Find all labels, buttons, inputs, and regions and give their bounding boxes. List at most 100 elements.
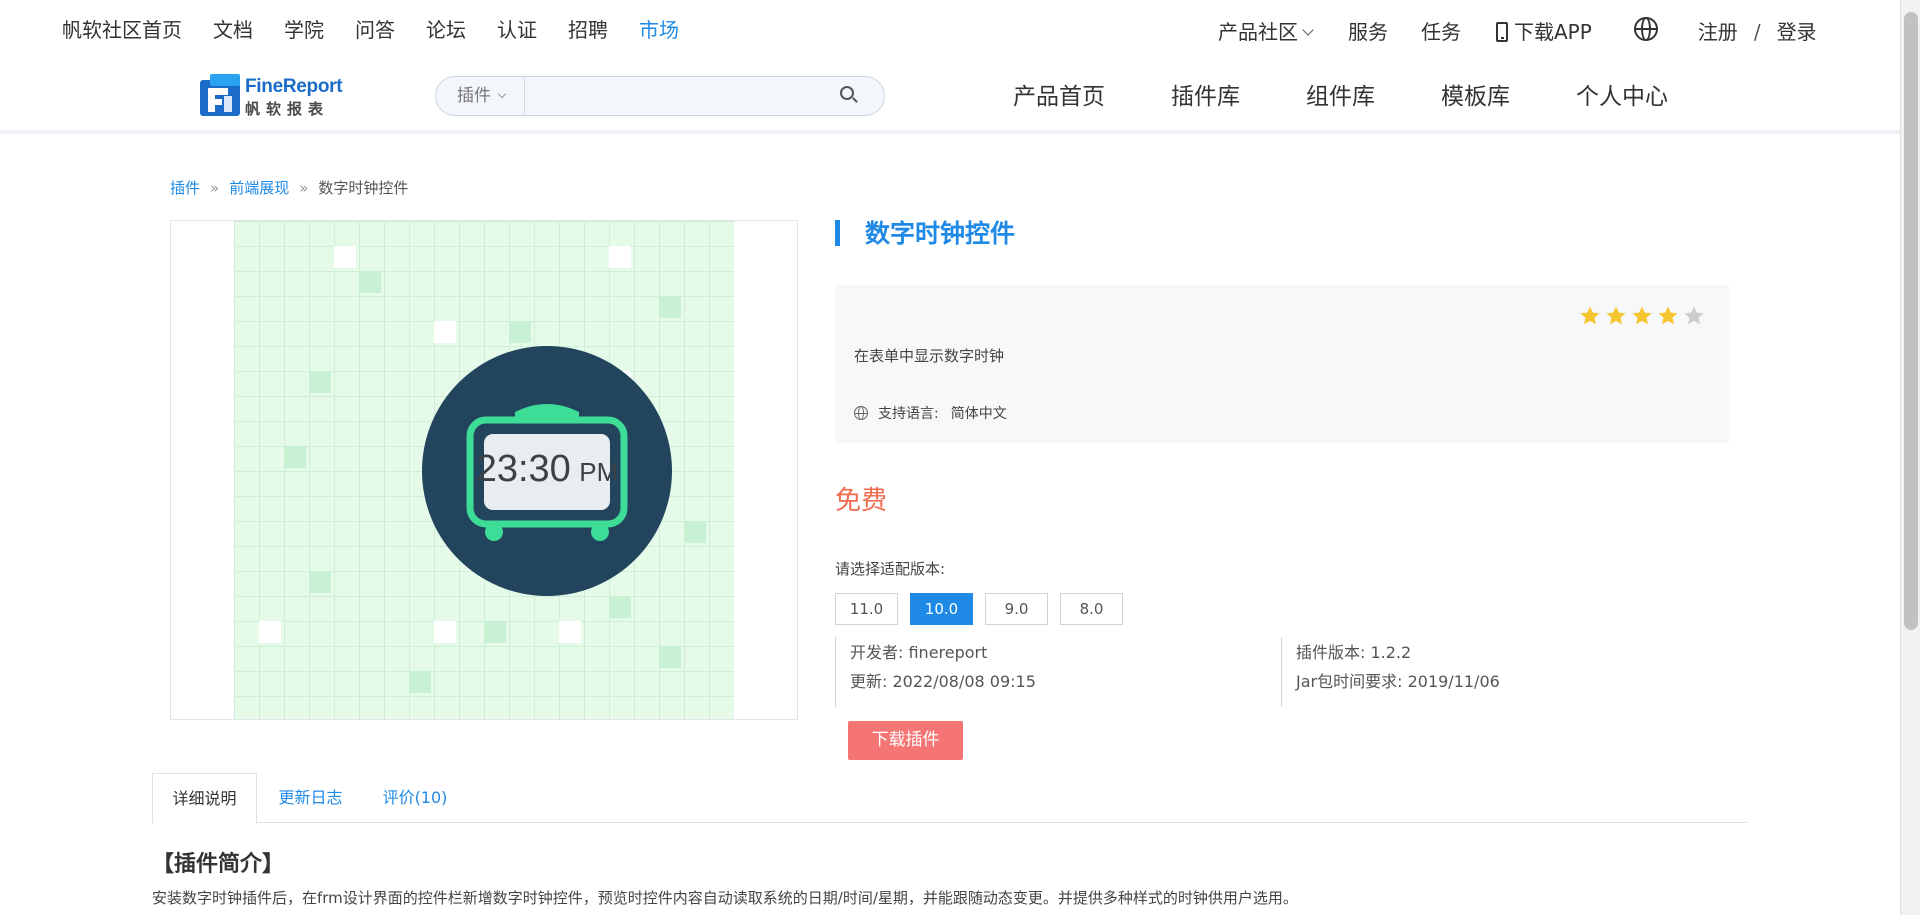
tab-details[interactable]: 详细说明 bbox=[152, 773, 257, 824]
auth-divider: / bbox=[1753, 20, 1761, 44]
scrollbar-thumb[interactable] bbox=[1904, 12, 1918, 630]
plugin-preview-image: 23:30 PM bbox=[234, 221, 734, 719]
nav-community-home[interactable]: 帆软社区首页 bbox=[62, 17, 182, 43]
nav-forum[interactable]: 论坛 bbox=[426, 17, 466, 43]
decor-tile bbox=[334, 246, 356, 268]
breadcrumb: 插件 » 前端展现 » 数字时钟控件 bbox=[170, 178, 408, 198]
tab-changelog[interactable]: 更新日志 bbox=[257, 773, 364, 824]
search-category-select[interactable]: 插件 bbox=[436, 77, 525, 115]
language-label: 支持语言: bbox=[878, 406, 939, 422]
detail-tabs: 详细说明 更新日志 评价(10) bbox=[152, 773, 1747, 824]
nav-service[interactable]: 服务 bbox=[1348, 19, 1388, 45]
finereport-logo-icon bbox=[200, 74, 240, 116]
meta-col-right: 插件版本: 1.2.2 Jar包时间要求: 2019/11/06 bbox=[1281, 637, 1729, 707]
nav-docs[interactable]: 文档 bbox=[213, 17, 253, 43]
language-value: 简体中文 bbox=[950, 406, 1007, 422]
title-accent-bar bbox=[835, 220, 840, 246]
mainnav-product-home[interactable]: 产品首页 bbox=[1013, 82, 1105, 112]
top-nav-right: 产品社区 服务 任务 下载APP 注册 / 登录 bbox=[1218, 17, 1817, 47]
language-switch[interactable] bbox=[1633, 17, 1658, 47]
decor-tile bbox=[609, 596, 631, 618]
chevron-down-icon bbox=[1302, 24, 1314, 36]
top-nav: 帆软社区首页 文档 学院 问答 论坛 认证 招聘 市场 产品社区 服务 任务 下… bbox=[0, 0, 1900, 58]
version-option-8[interactable]: 8.0 bbox=[1060, 593, 1123, 625]
breadcrumb-separator: » bbox=[299, 179, 309, 197]
phone-icon bbox=[1496, 22, 1508, 42]
jar-requirement: Jar包时间要求: 2019/11/06 bbox=[1296, 672, 1500, 691]
decor-tile bbox=[359, 271, 381, 293]
search-category-label: 插件 bbox=[457, 86, 491, 106]
breadcrumb-frontend[interactable]: 前端展现 bbox=[229, 178, 289, 198]
rating-stars bbox=[1575, 305, 1705, 327]
version-option-10[interactable]: 10.0 bbox=[910, 593, 973, 625]
product-community-dropdown[interactable]: 产品社区 bbox=[1218, 19, 1314, 45]
plugin-price: 免费 bbox=[835, 486, 888, 516]
logo-wordmark: FineReport bbox=[245, 76, 343, 97]
intro-text: 安装数字时钟插件后，在frm设计界面的控件栏新增数字时钟控件，预览时控件内容自动… bbox=[152, 889, 1298, 907]
download-app-link[interactable]: 下载APP bbox=[1496, 19, 1592, 45]
clock-display: 23:30 PM bbox=[470, 448, 624, 491]
breadcrumb-separator: » bbox=[210, 179, 220, 197]
star-filled-icon bbox=[1632, 306, 1652, 325]
nav-task[interactable]: 任务 bbox=[1421, 19, 1461, 45]
decor-tile bbox=[434, 321, 456, 343]
product-community-label: 产品社区 bbox=[1218, 20, 1298, 44]
product-main-nav: 产品首页 插件库 组件库 模板库 个人中心 bbox=[1013, 82, 1734, 112]
clock-suffix: PM bbox=[579, 457, 619, 487]
register-link[interactable]: 注册 bbox=[1698, 19, 1738, 45]
nav-academy[interactable]: 学院 bbox=[284, 17, 324, 43]
decor-tile bbox=[659, 296, 681, 318]
plugin-title: 数字时钟控件 bbox=[865, 219, 1016, 248]
clock-time: 23:30 bbox=[475, 448, 571, 490]
version-option-11[interactable]: 11.0 bbox=[835, 593, 898, 625]
plugin-meta: 开发者: finereport 更新: 2022/08/08 09:15 插件版… bbox=[835, 637, 1729, 707]
decor-tile bbox=[509, 321, 531, 343]
star-filled-icon bbox=[1658, 306, 1678, 325]
logo-chinese-name: 帆软报表 bbox=[245, 100, 330, 118]
nav-market[interactable]: 市场 bbox=[639, 17, 679, 43]
breadcrumb-current: 数字时钟控件 bbox=[318, 179, 409, 197]
version-selector: 11.0 10.0 9.0 8.0 bbox=[835, 593, 1135, 625]
finereport-logo[interactable]: FineReport 帆软报表 bbox=[200, 74, 345, 118]
decor-tile bbox=[434, 621, 456, 643]
developer: 开发者: finereport bbox=[850, 643, 988, 662]
decor-tile bbox=[659, 646, 681, 668]
version-option-9[interactable]: 9.0 bbox=[985, 593, 1048, 625]
mainnav-plugin-library[interactable]: 插件库 bbox=[1171, 82, 1240, 112]
tab-reviews[interactable]: 评价(10) bbox=[364, 773, 466, 824]
login-link[interactable]: 登录 bbox=[1777, 19, 1817, 45]
decor-tile bbox=[259, 621, 281, 643]
mainnav-component-library[interactable]: 组件库 bbox=[1306, 82, 1375, 112]
globe-icon bbox=[854, 406, 868, 420]
search-icon[interactable] bbox=[840, 86, 854, 100]
globe-icon bbox=[1633, 17, 1658, 41]
clock-illustration: 23:30 PM bbox=[422, 346, 672, 596]
page-scrollbar[interactable] bbox=[1900, 0, 1920, 915]
decor-tile bbox=[609, 246, 631, 268]
star-filled-icon bbox=[1606, 306, 1626, 325]
nav-jobs[interactable]: 招聘 bbox=[568, 17, 608, 43]
decor-tile bbox=[309, 571, 331, 593]
plugin-version: 插件版本: 1.2.2 bbox=[1296, 643, 1412, 662]
nav-certification[interactable]: 认证 bbox=[497, 17, 537, 43]
plugin-description: 在表单中显示数字时钟 bbox=[854, 347, 1005, 365]
intro-heading: 【插件简介】 bbox=[152, 852, 285, 877]
star-empty-icon bbox=[1684, 306, 1704, 325]
download-plugin-button[interactable]: 下载插件 bbox=[848, 721, 963, 760]
plugin-preview-card: 23:30 PM bbox=[170, 220, 798, 720]
mainnav-personal-center[interactable]: 个人中心 bbox=[1576, 82, 1668, 112]
top-nav-links: 帆软社区首页 文档 学院 问答 论坛 认证 招聘 市场 bbox=[62, 17, 710, 43]
meta-col-left: 开发者: finereport 更新: 2022/08/08 09:15 bbox=[835, 637, 1281, 707]
decor-tile bbox=[309, 371, 331, 393]
search-input[interactable] bbox=[528, 81, 838, 111]
decor-tile bbox=[684, 521, 706, 543]
download-app-label: 下载APP bbox=[1514, 20, 1592, 44]
decor-tile bbox=[484, 621, 506, 643]
nav-qa[interactable]: 问答 bbox=[355, 17, 395, 43]
product-header: FineReport 帆软报表 插件 产品首页 插件库 组件库 模板库 个人中心 bbox=[0, 58, 1900, 134]
decor-tile bbox=[409, 671, 431, 693]
breadcrumb-plugins[interactable]: 插件 bbox=[170, 178, 200, 198]
mainnav-template-library[interactable]: 模板库 bbox=[1441, 82, 1510, 112]
chevron-down-icon bbox=[497, 89, 507, 99]
supported-language: 支持语言: 简体中文 bbox=[854, 403, 1007, 423]
